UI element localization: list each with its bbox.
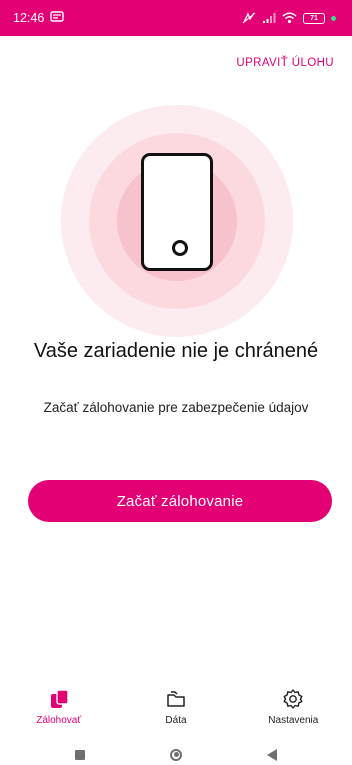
bottom-navigation: Zálohovať Dáta Nastavenia: [0, 684, 352, 734]
folder-icon: [165, 688, 187, 710]
nav-label-data: Dáta: [165, 715, 187, 726]
vibrate-icon: [242, 12, 256, 24]
page-title: Vaše zariadenie nie je chránené: [33, 340, 319, 362]
status-left: 12:46: [13, 10, 64, 26]
status-bar: 12:46 71: [0, 0, 352, 36]
system-navigation-bar: [0, 744, 352, 765]
home-icon: [170, 748, 182, 761]
nav-item-backup[interactable]: Zálohovať: [0, 684, 117, 734]
recents-icon: [75, 749, 85, 760]
status-dot: [331, 15, 336, 21]
nav-item-data[interactable]: Dáta: [117, 684, 234, 734]
page-subtitle: Začať zálohovanie pre zabezpečenie údajo…: [43, 400, 309, 415]
start-backup-button[interactable]: Začať zálohovanie: [28, 480, 332, 522]
edit-task-link[interactable]: UPRAVIŤ ÚLOHU: [236, 57, 334, 69]
gear-icon: [282, 688, 304, 710]
signal-icon: [262, 12, 276, 24]
recents-button[interactable]: [32, 749, 128, 760]
back-icon: [267, 748, 277, 761]
status-right: 71: [242, 12, 336, 24]
notification-icon: [50, 10, 64, 26]
nav-label-backup: Zálohovať: [36, 715, 82, 726]
phone-icon: [141, 153, 213, 271]
phone-home-button: [172, 240, 188, 256]
nav-item-settings[interactable]: Nastavenia: [235, 684, 352, 734]
back-button[interactable]: [224, 748, 320, 761]
home-button[interactable]: [128, 748, 224, 761]
nav-label-settings: Nastavenia: [268, 715, 319, 726]
status-time: 12:46: [13, 11, 45, 25]
backup-icon: [48, 688, 70, 710]
wifi-icon: [282, 12, 297, 24]
battery-icon: 71: [303, 12, 325, 24]
unprotected-device-illustration: [61, 105, 293, 337]
